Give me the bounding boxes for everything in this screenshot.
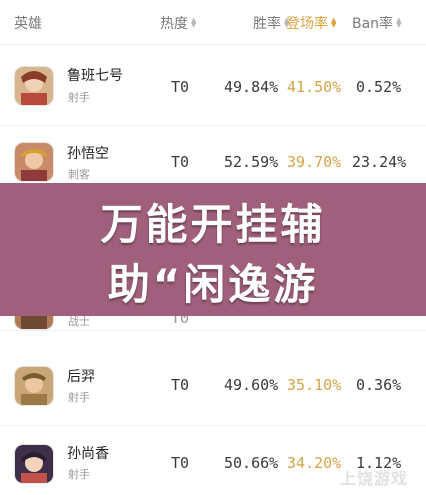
win-rate-value: 50.66% — [224, 454, 279, 472]
pick-rate-value: 39.70% — [287, 153, 342, 171]
header-pick-rate[interactable]: 登场率 ▲ ▼ — [286, 13, 336, 33]
sort-icon: ▲ ▼ — [396, 16, 402, 29]
hero-avatar-icon — [15, 67, 53, 105]
hero-role: 射手 — [68, 91, 90, 104]
header-heat[interactable]: 热度 ▲ ▼ — [160, 13, 196, 33]
header-ban-rate[interactable]: Ban率 ▲ ▼ — [352, 13, 401, 33]
hero-name: 后羿 — [67, 369, 95, 385]
pick-rate-value: 35.10% — [287, 376, 342, 394]
overlay-text-line-2: 助“闲逸游 — [107, 260, 319, 309]
hero-name: 孙尚香 — [67, 446, 109, 462]
hero-role: 射手 — [68, 391, 90, 404]
ban-rate-value: 0.52% — [356, 78, 402, 96]
win-rate-value: 52.59% — [224, 153, 279, 171]
overlay-text-line-1: 万能开挂辅 — [100, 200, 326, 249]
hero-avatar-icon — [15, 143, 53, 181]
heat-value: T0 — [171, 78, 190, 96]
table-header: 英雄 热度 ▲ ▼ 胜率 ▲ ▼ 登场率 ▲ ▼ Ban率 ▲ ▼ — [0, 0, 426, 45]
hero-name: 孙悟空 — [67, 146, 109, 162]
sort-icon: ▲ ▼ — [191, 16, 197, 29]
table-row[interactable]: 鲁班七号 射手 T0 49.84% 41.50% 0.52% — [0, 45, 426, 126]
ban-rate-value: 0.36% — [356, 376, 402, 394]
heat-value: T0 — [171, 376, 190, 394]
pick-rate-value: 41.50% — [287, 78, 342, 96]
pick-rate-value: 34.20% — [287, 454, 342, 472]
watermark: 上饶游戏 — [339, 469, 408, 488]
sort-icon: ▲ ▼ — [331, 16, 337, 29]
table-row[interactable]: 后羿 射手 T0 49.60% 35.10% 0.36% — [0, 345, 426, 426]
promo-overlay-banner: 万能开挂辅 助“闲逸游 — [0, 183, 426, 316]
win-rate-value: 49.84% — [224, 78, 279, 96]
heat-value: T0 — [171, 454, 190, 472]
hero-avatar-icon — [15, 445, 53, 483]
ban-rate-value: 23.24% — [352, 153, 407, 171]
hero-avatar-icon — [15, 367, 53, 405]
header-win-rate[interactable]: 胜率 ▲ ▼ — [253, 13, 289, 33]
hero-role: 射手 — [68, 468, 90, 481]
hero-role: 刺客 — [68, 168, 90, 181]
win-rate-value: 49.60% — [224, 376, 279, 394]
hero-name: 鲁班七号 — [67, 68, 123, 84]
heat-value: T0 — [171, 153, 190, 171]
header-hero: 英雄 — [14, 16, 42, 32]
